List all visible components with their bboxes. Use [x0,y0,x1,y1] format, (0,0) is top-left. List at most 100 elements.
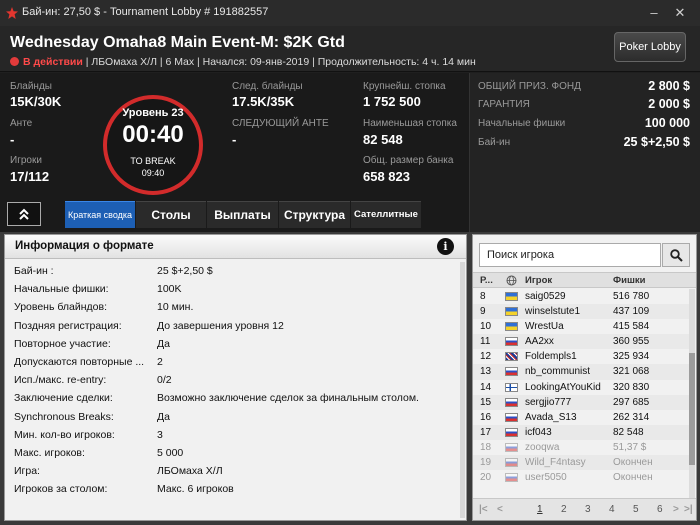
next-page-icon[interactable]: > [673,504,679,515]
player-chips: Окончен [613,472,653,484]
tab-summary[interactable]: Краткая сводка [65,201,135,228]
player-chips: 262 314 [613,411,650,423]
player-chips: 415 584 [613,321,650,333]
page-link[interactable]: 5 [633,504,639,515]
player-row[interactable]: 20 user5050 Окончен [473,470,691,485]
rank-column-header[interactable]: Р... [480,275,493,286]
page-link[interactable]: 3 [585,504,591,515]
player-row[interactable]: 10 WrestUa 415 584 [473,319,691,334]
tab-structure[interactable]: Структура [279,201,350,228]
tab-tables[interactable]: Столы [136,201,206,228]
player-chips: Окончен [613,457,653,469]
players-scrollbar[interactable] [689,289,695,500]
player-row[interactable]: 9 winselstute1 437 109 [473,304,691,320]
player-name: WrestUa [525,321,564,333]
tab-payouts[interactable]: Выплаты [207,201,278,228]
buyin-value: 25 $+2,50 $ [623,135,690,149]
search-button[interactable] [662,243,690,267]
guarantee-label: ГАРАНТИЯ [478,99,530,110]
flag-ua-icon [505,307,518,317]
player-row[interactable]: 12 Foldempls1 325 934 [473,349,691,364]
player-name: LookingAtYouKid [525,381,601,393]
status-dot-icon [10,57,19,66]
format-scrollbar[interactable] [460,262,465,518]
ante-label: Анте [10,118,33,129]
player-column-header[interactable]: Игрок [525,275,552,286]
prize-pool-label: ОБЩИЙ ПРИЗ. ФОНД [478,81,581,92]
next-ante-label: СЛЕДУЮЩИЙ АНТЕ [232,118,329,129]
player-row[interactable]: 11 AA2xx 360 955 [473,334,691,350]
tab-satellites[interactable]: Сателлитные [351,201,421,228]
ante-value: - [10,132,15,147]
first-page-icon[interactable]: |< [479,504,488,515]
player-row[interactable]: 16 Avada_S13 262 314 [473,410,691,425]
format-row: Исп./макс. re-entry: 0/2 [5,371,466,389]
flag-ru-icon [505,337,518,347]
largest-stack-value: 1 752 500 [363,94,421,109]
player-name: icf043 [525,426,552,438]
format-value: 100K [157,283,182,296]
player-rank: 11 [480,336,491,348]
info-icon[interactable]: i [437,238,454,255]
player-row[interactable]: 14 LookingAtYouKid 320 830 [473,380,691,395]
flag-ru-icon [505,473,518,483]
player-rank: 14 [480,381,492,393]
minimize-button[interactable]: – [644,3,664,23]
player-row[interactable]: 18 zooqwa 51,37 $ [473,440,691,455]
chips-column-header[interactable]: Фишки [613,275,645,286]
player-chips: 297 685 [613,396,650,408]
starting-chips-value: 100 000 [644,116,690,130]
player-name: Avada_S13 [525,411,577,423]
player-row[interactable]: 8 saig0529 516 780 [473,289,691,304]
last-page-icon[interactable]: >| [684,504,693,515]
format-row: Поздняя регистрация: До завершения уровня… [5,317,466,335]
player-chips: 325 934 [613,351,650,363]
prev-page-icon[interactable]: < [497,504,503,515]
globe-icon[interactable] [506,275,517,286]
player-chips: 321 068 [613,366,650,378]
flag-ru-icon [505,427,518,437]
players-label: Игроки [10,155,42,166]
player-row[interactable]: 19 Wild_F4ntasy Окончен [473,455,691,471]
close-button[interactable]: ✕ [670,3,690,23]
level-clock: Уровень 23 00:40 TO BREAK 09:40 [103,95,203,195]
player-name: sergjio777 [525,396,572,408]
player-name: Wild_F4ntasy [525,457,586,469]
player-rank: 9 [480,306,486,318]
page-link[interactable]: 4 [609,504,615,515]
player-row[interactable]: 13 nb_communist 321 068 [473,364,691,380]
content-area: Информация о формате i Бай-ин : 25 $+2,50… [0,232,700,525]
player-row[interactable]: 15 sergjio777 297 685 [473,394,691,410]
player-row[interactable]: 17 icf043 82 548 [473,424,691,440]
blinds-value: 15K/30K [10,94,62,109]
page-link[interactable]: 2 [561,504,567,515]
poker-lobby-button[interactable]: Poker Lobby [614,32,686,62]
player-name: user5050 [525,472,567,484]
player-rank: 17 [480,426,492,438]
next-blinds-label: След. блайнды [232,81,303,92]
scrollbar-thumb[interactable] [689,353,695,465]
format-info-list: Бай-ин : 25 $+2,50 $ Начальные фишки: 100K… [5,262,466,498]
chevron-up-double-icon [19,208,29,220]
next-blinds-value: 17.5K/35K [232,94,295,109]
format-value: 25 $+2,50 $ [157,265,213,277]
prize-row: ГАРАНТИЯ 2 000 $ [478,97,690,113]
format-key: Начальные фишки: [14,283,109,296]
collapse-button[interactable] [7,202,41,226]
flag-ru-icon [505,397,518,407]
to-break-label: TO BREAK [130,156,176,166]
format-value: 5 000 [157,446,184,459]
player-search-input[interactable]: Поиск игрока [479,243,661,267]
format-key: Заключение сделки: [14,392,113,405]
flag-ru-icon [505,458,518,468]
player-name: saig0529 [525,291,566,302]
status-badge: В действии [23,56,83,68]
format-row: Макс. игроков: 5 000 [5,444,466,462]
page-link[interactable]: 1 [537,504,543,515]
format-row: Уровень блайндов: 10 мин. [5,298,466,316]
page-link[interactable]: 6 [657,504,663,515]
format-key: Макс. игроков: [14,446,85,459]
players-value: 17/112 [10,169,50,184]
tournament-lobby-window: Бай-ин: 27,50 $ - Tournament Lobby # 191… [0,0,700,525]
pokerstars-logo-icon [6,7,18,19]
